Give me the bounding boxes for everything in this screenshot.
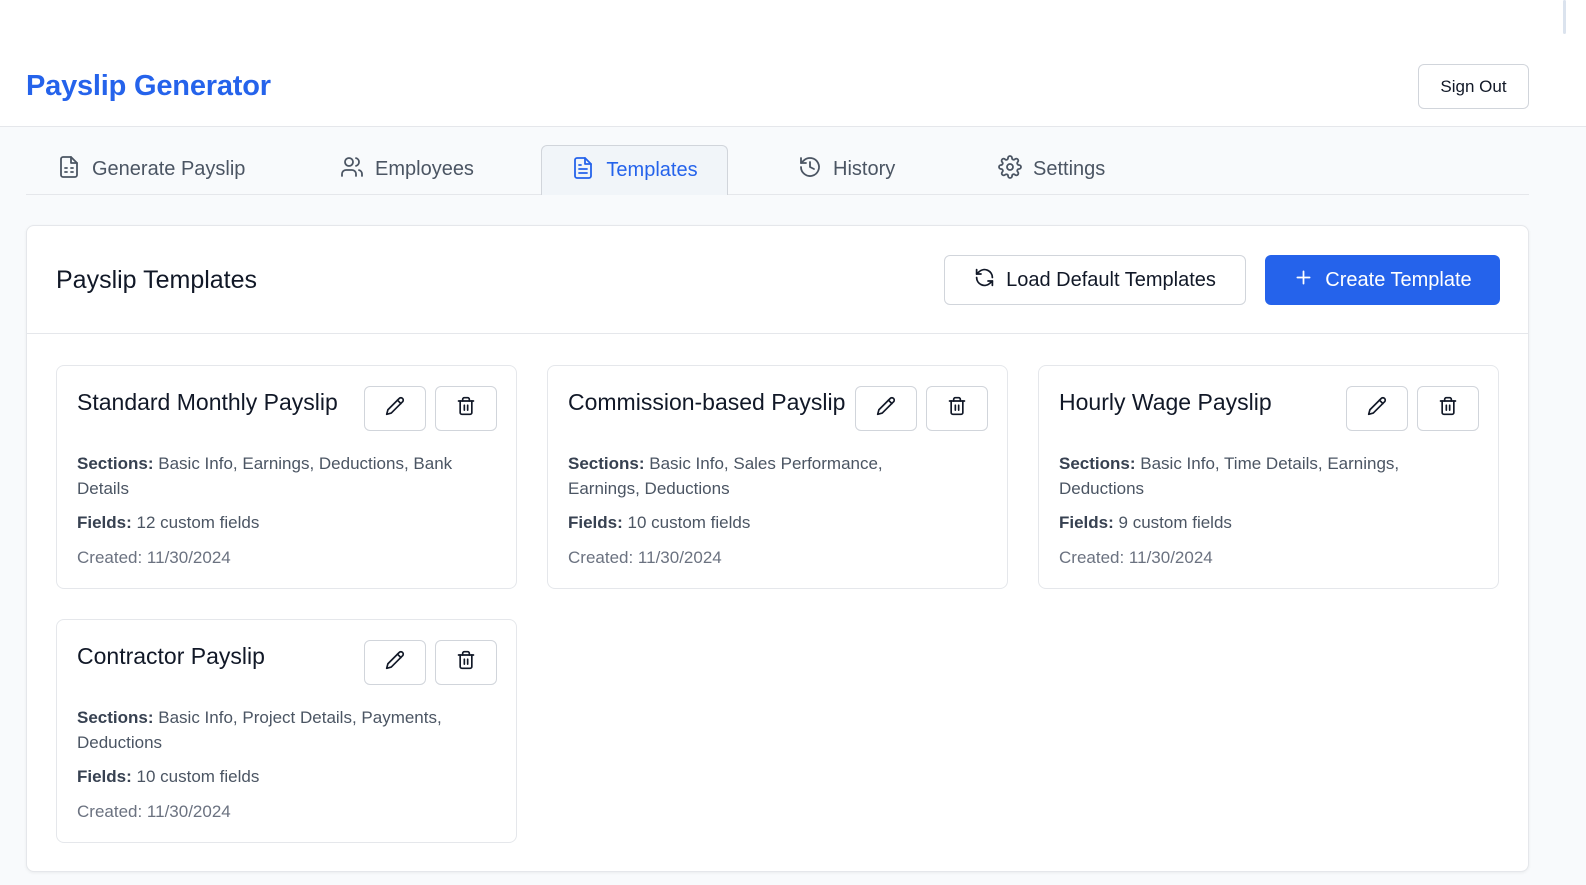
- history-icon: [798, 155, 822, 185]
- tab-generate-payslip[interactable]: Generate Payslip: [57, 145, 245, 194]
- sign-out-button[interactable]: Sign Out: [1418, 64, 1529, 109]
- tab-history[interactable]: History: [798, 145, 895, 194]
- gear-icon: [998, 154, 1022, 185]
- tab-settings[interactable]: Settings: [998, 145, 1105, 194]
- template-card: Hourly Wage Payslip Sections: Basic Info…: [1038, 365, 1499, 589]
- template-card: Contractor Payslip Sections: Basic Info,…: [56, 619, 517, 843]
- tab-label: Settings: [1033, 158, 1106, 180]
- template-details: Sections: Basic Info, Sales Performance,…: [568, 452, 958, 580]
- users-icon: [340, 155, 364, 185]
- fields-row: Fields: 9 custom fields: [1059, 511, 1487, 536]
- template-name: Standard Monthly Payslip: [77, 389, 338, 415]
- file-icon: [571, 156, 595, 186]
- tab-label: Employees: [375, 158, 474, 180]
- file-text-icon: [57, 155, 81, 185]
- fields-label: Fields:: [77, 767, 132, 786]
- load-default-templates-button[interactable]: Load Default Templates: [944, 255, 1246, 305]
- created-date: Created: 11/30/2024: [77, 547, 231, 567]
- fields-value: 12 custom fields: [136, 513, 260, 532]
- sections-label: Sections:: [77, 708, 154, 727]
- template-details: Sections: Basic Info, Project Details, P…: [77, 706, 447, 834]
- tab-label: History: [833, 158, 896, 180]
- template-card: Commission-based Payslip Sections: Basic…: [547, 365, 1008, 589]
- app-title: Payslip Generator: [26, 70, 271, 102]
- plus-icon: [1293, 267, 1314, 294]
- tab-bar: Generate Payslip Employees Templates His…: [26, 145, 1529, 195]
- sections-row: Sections: Basic Info, Time Details, Earn…: [1059, 452, 1487, 501]
- delete-template-button[interactable]: [926, 386, 988, 431]
- template-name: Hourly Wage Payslip: [1059, 389, 1272, 415]
- create-template-button[interactable]: Create Template: [1265, 255, 1500, 305]
- sections-row: Sections: Basic Info, Sales Performance,…: [568, 452, 958, 501]
- app-header: Payslip Generator Sign Out: [0, 0, 1586, 127]
- sections-row: Sections: Basic Info, Project Details, P…: [77, 706, 447, 755]
- created-date: Created: 11/30/2024: [1059, 547, 1213, 567]
- template-details: Sections: Basic Info, Earnings, Deductio…: [77, 452, 505, 580]
- fields-label: Fields:: [77, 513, 132, 532]
- created-date: Created: 11/30/2024: [77, 801, 231, 821]
- sections-row: Sections: Basic Info, Earnings, Deductio…: [77, 452, 505, 501]
- trash-icon: [456, 650, 476, 675]
- panel-title: Payslip Templates: [56, 266, 258, 294]
- pencil-icon: [385, 650, 405, 675]
- edit-template-button[interactable]: [364, 640, 426, 685]
- tab-employees[interactable]: Employees: [340, 145, 474, 194]
- sections-label: Sections:: [77, 454, 154, 473]
- sections-label: Sections:: [1059, 454, 1136, 473]
- fields-label: Fields:: [568, 513, 623, 532]
- tab-label: Templates: [606, 159, 698, 181]
- panel-header: Payslip Templates Load Default Templates…: [27, 226, 1528, 334]
- created-date: Created: 11/30/2024: [568, 547, 722, 567]
- template-card: Standard Monthly Payslip Sections: Basic…: [56, 365, 517, 589]
- scrollbar-thumb[interactable]: [1563, 0, 1566, 34]
- delete-template-button[interactable]: [1417, 386, 1479, 431]
- sections-label: Sections:: [568, 454, 645, 473]
- pencil-icon: [385, 396, 405, 421]
- fields-value: 10 custom fields: [627, 513, 751, 532]
- delete-template-button[interactable]: [435, 386, 497, 431]
- button-label: Load Default Templates: [1006, 268, 1216, 291]
- fields-row: Fields: 10 custom fields: [77, 765, 447, 790]
- fields-row: Fields: 12 custom fields: [77, 511, 505, 536]
- fields-value: 9 custom fields: [1118, 513, 1232, 532]
- delete-template-button[interactable]: [435, 640, 497, 685]
- edit-template-button[interactable]: [855, 386, 917, 431]
- fields-value: 10 custom fields: [136, 767, 260, 786]
- fields-row: Fields: 10 custom fields: [568, 511, 958, 536]
- refresh-icon: [974, 267, 995, 294]
- trash-icon: [947, 396, 967, 421]
- template-name: Contractor Payslip: [77, 643, 265, 669]
- trash-icon: [456, 396, 476, 421]
- trash-icon: [1438, 396, 1458, 421]
- button-label: Create Template: [1325, 268, 1472, 291]
- tab-templates[interactable]: Templates: [541, 145, 728, 195]
- templates-panel: Payslip Templates Load Default Templates…: [26, 225, 1529, 872]
- tab-label: Generate Payslip: [92, 158, 246, 180]
- template-name: Commission-based Payslip: [568, 389, 846, 415]
- pencil-icon: [1367, 396, 1387, 421]
- template-details: Sections: Basic Info, Time Details, Earn…: [1059, 452, 1487, 580]
- fields-label: Fields:: [1059, 513, 1114, 532]
- pencil-icon: [876, 396, 896, 421]
- edit-template-button[interactable]: [1346, 386, 1408, 431]
- edit-template-button[interactable]: [364, 386, 426, 431]
